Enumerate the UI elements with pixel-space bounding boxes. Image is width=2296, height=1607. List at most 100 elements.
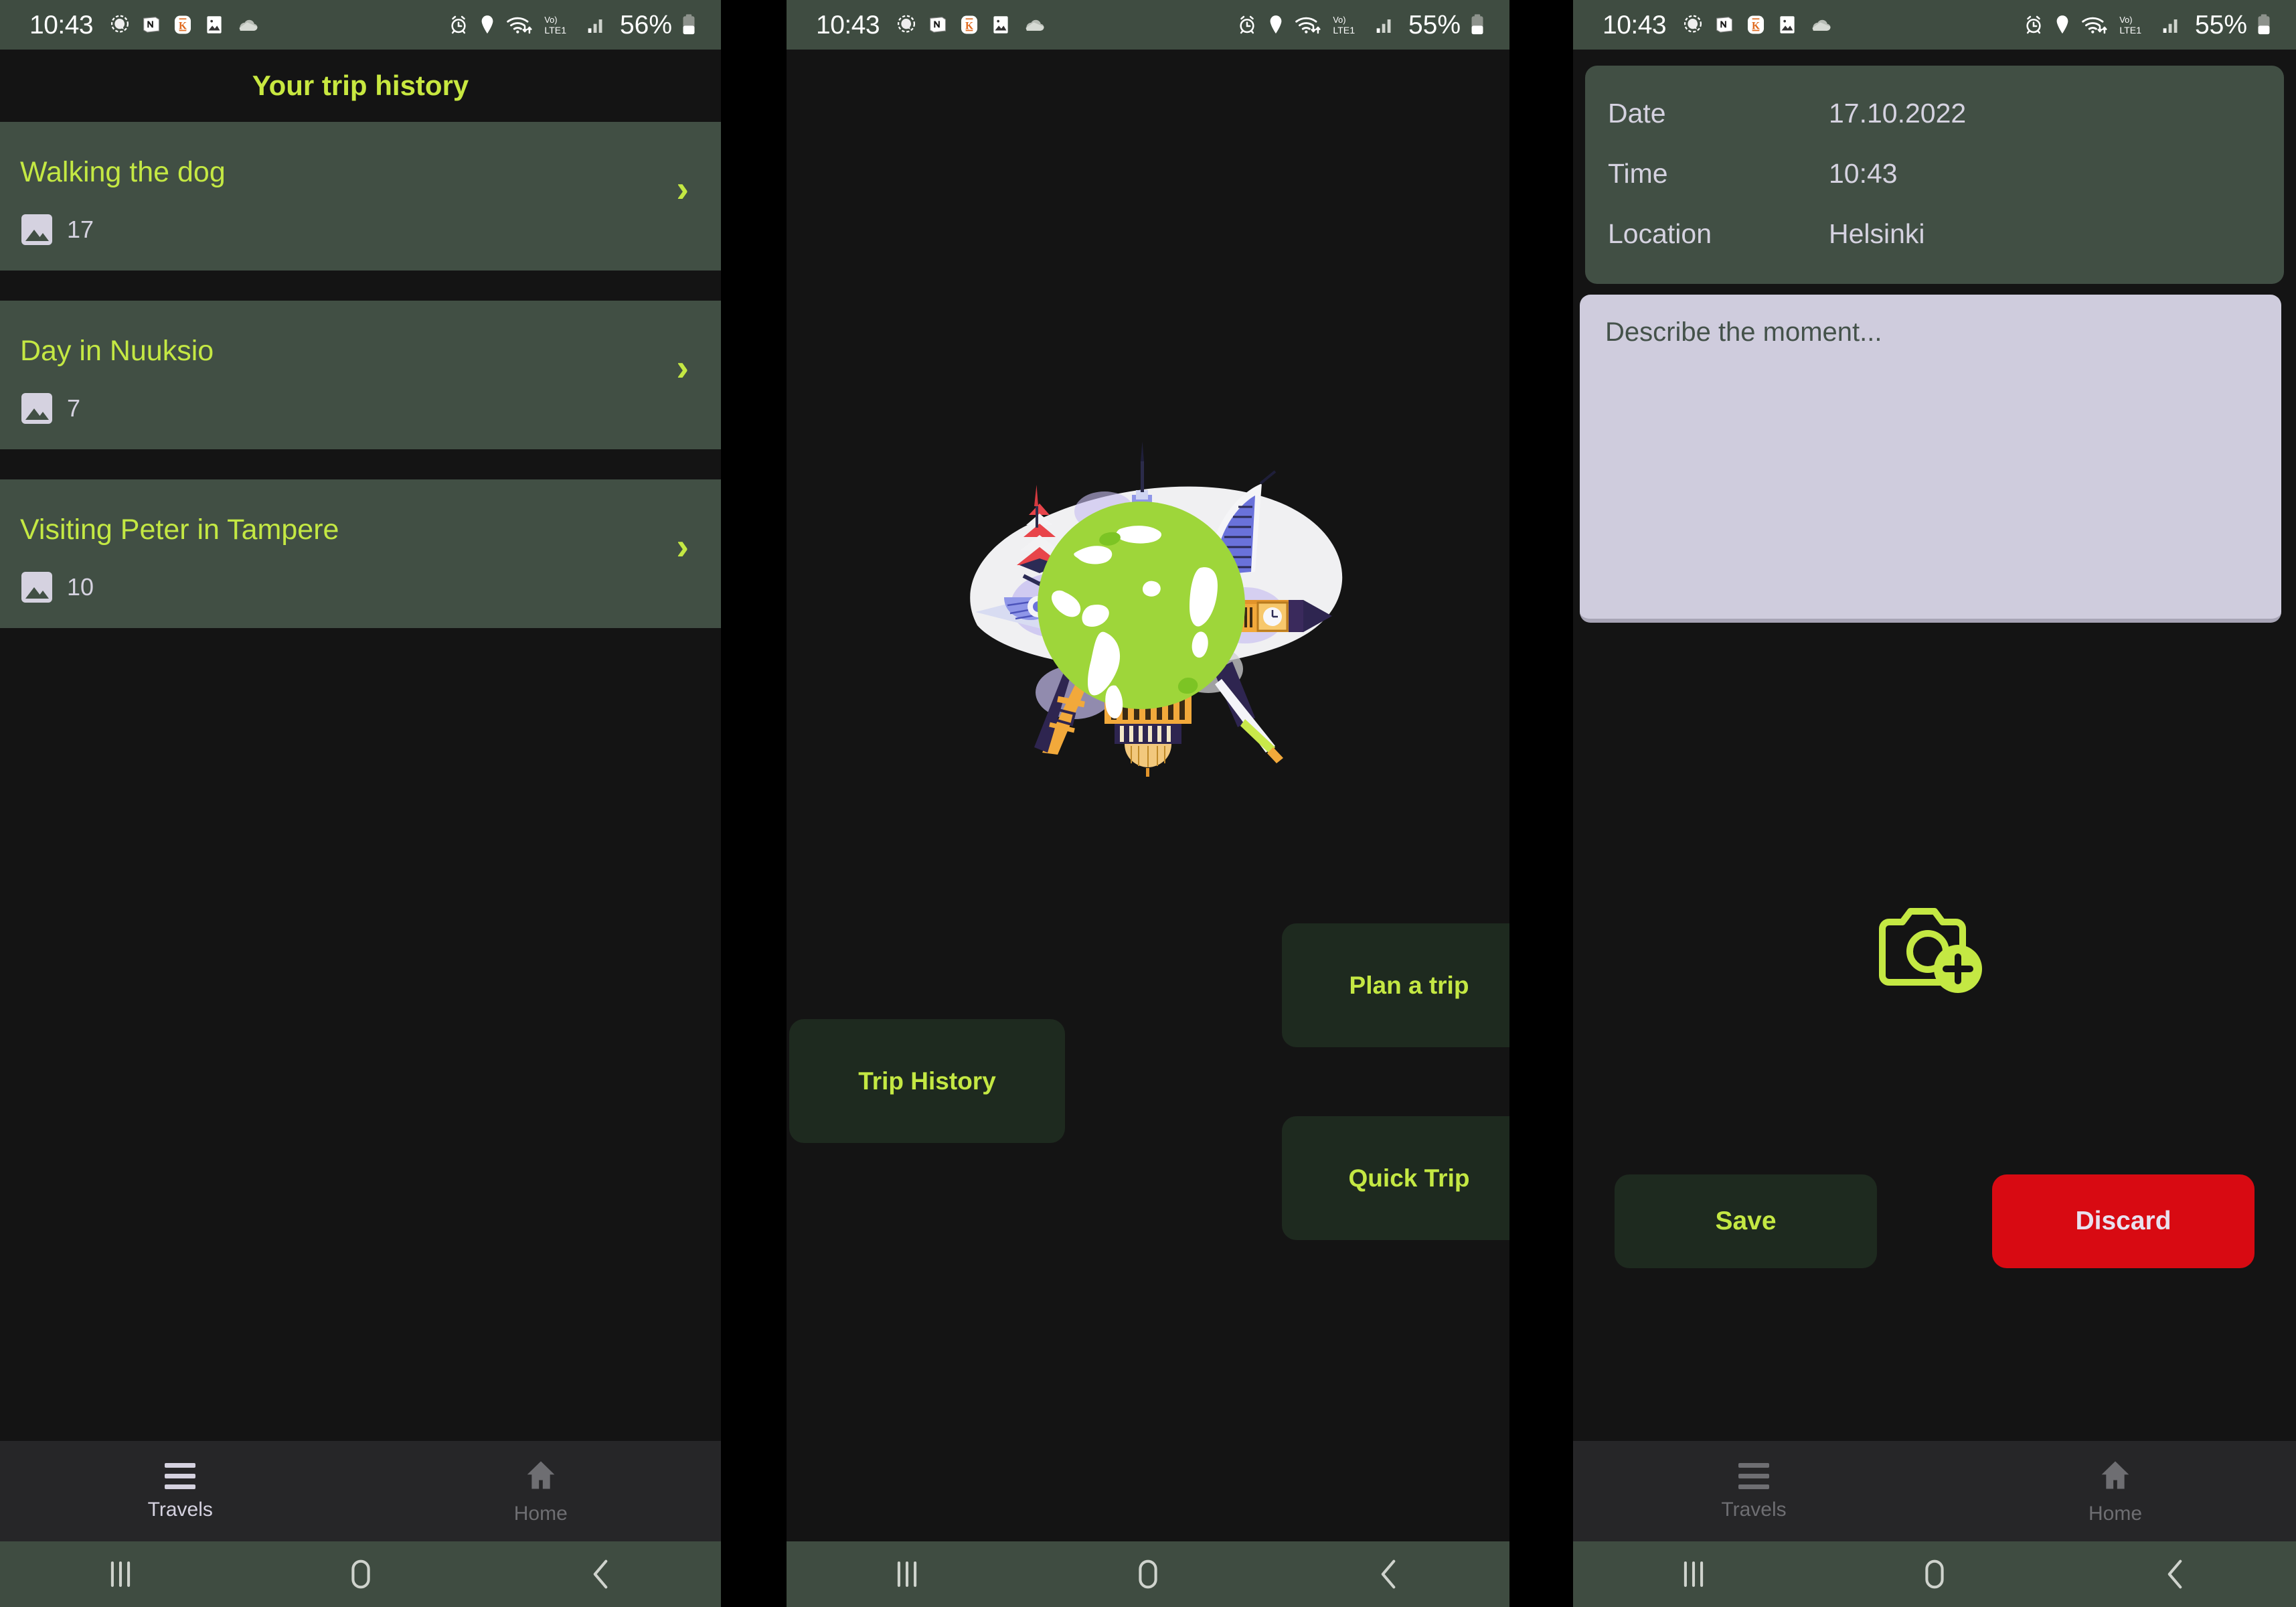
home-button[interactable]: [1881, 1541, 1988, 1607]
kindle-icon: K: [175, 15, 191, 34]
nav-tab-home[interactable]: Home: [1935, 1441, 2296, 1541]
battery-percent-label: 55%: [2194, 10, 2247, 40]
status-bar-right: Vo) LTE1 55%: [2023, 12, 2272, 38]
svg-text:Vo): Vo): [2119, 15, 2132, 25]
photo-count: 10: [67, 573, 94, 601]
kindle-icon: K: [1748, 15, 1765, 34]
save-button[interactable]: Save: [1615, 1174, 1877, 1268]
describe-moment-placeholder: Describe the moment...: [1605, 317, 1882, 347]
phone-screen-trip-history: 10:43 K Vo) LTE1 56% Your trip history W…: [0, 0, 721, 1607]
android-system-nav: [787, 1541, 1509, 1607]
back-button[interactable]: [1335, 1541, 1443, 1607]
status-bar-left: 10:43 K: [816, 12, 1046, 38]
trip-history-button[interactable]: Trip History: [789, 1019, 1065, 1143]
location-pin-icon: [481, 15, 493, 34]
notion-icon: [930, 17, 947, 33]
status-bar-right: Vo) LTE1 56%: [448, 12, 697, 38]
photo-count: 17: [67, 216, 94, 243]
trip-list-item-1[interactable]: Day in Nuuksio 7 ›: [0, 301, 721, 449]
home-circle-icon: [1139, 1559, 1157, 1589]
battery-icon: [2258, 14, 2270, 35]
nav-tab-home[interactable]: Home: [361, 1441, 722, 1541]
three-phone-screenshots: 10:43 K Vo) LTE1 56% Your trip history W…: [0, 0, 2296, 1607]
info-label: Location: [1608, 218, 1712, 249]
recents-button[interactable]: [853, 1541, 961, 1607]
notion-icon: [143, 17, 160, 33]
gallery-icon: [207, 16, 222, 33]
battery-percent-label: 56%: [619, 10, 672, 40]
home-button[interactable]: [1094, 1541, 1202, 1607]
status-bar: 10:43 K Vo) LTE1 55%: [787, 0, 1509, 50]
status-bar: 10:43 K Vo) LTE1 55%: [1573, 0, 2296, 50]
home-button[interactable]: [307, 1541, 414, 1607]
back-button[interactable]: [2122, 1541, 2229, 1607]
signal-messenger-icon: [111, 15, 129, 33]
signal-messenger-icon: [898, 15, 916, 33]
nav-tab-label: Home: [513, 1503, 568, 1525]
gallery-icon: [993, 16, 1008, 33]
recents-button[interactable]: [67, 1541, 174, 1607]
battery-icon: [1471, 14, 1483, 35]
bottom-navigation: Travels Home: [0, 1441, 721, 1541]
info-label: Time: [1608, 157, 1668, 189]
chevron-right-icon[interactable]: ›: [676, 349, 689, 386]
home-content: Plan a trip Trip History Quick Trip: [787, 50, 1509, 1541]
back-chevron-icon: [2167, 1559, 2182, 1589]
battery-percent-label: 55%: [1408, 10, 1461, 40]
trip-name: Visiting Peter in Tampere: [20, 514, 339, 546]
menu-icon: [1738, 1462, 1769, 1489]
add-photo-camera-button[interactable]: [1868, 897, 2001, 997]
photo-icon: [21, 214, 52, 245]
nav-tab-label: Home: [2088, 1503, 2143, 1525]
trip-list: Walking the dog 17 › Day in Nuuksio 7 › …: [0, 122, 721, 658]
cellular-signal-icon: [1376, 19, 1391, 33]
recents-icon: [110, 1561, 130, 1587]
moment-actions: Save Discard: [1573, 1174, 2296, 1268]
obelisk-landmark: [1214, 662, 1283, 763]
quick-trip-button[interactable]: Quick Trip: [1282, 1116, 1509, 1240]
chevron-right-icon[interactable]: ›: [676, 528, 689, 565]
gallery-icon: [1780, 16, 1795, 33]
alarm-icon: [1240, 15, 1254, 34]
trip-name: Walking the dog: [20, 156, 226, 188]
status-bar: 10:43 K Vo) LTE1 56%: [0, 0, 721, 50]
kindle-icon: K: [961, 15, 978, 34]
moment-info-card: Date 17.10.2022 Time 10:43 Location Hels…: [1585, 66, 2284, 284]
nav-tab-travels[interactable]: Travels: [0, 1441, 361, 1541]
plan-a-trip-button[interactable]: Plan a trip: [1282, 923, 1509, 1047]
back-button[interactable]: [548, 1541, 655, 1607]
recents-button[interactable]: [1640, 1541, 1747, 1607]
back-chevron-icon: [1381, 1559, 1396, 1589]
alarm-icon: [2026, 15, 2041, 34]
android-system-nav: [0, 1541, 721, 1607]
onedrive-icon: [1812, 19, 1831, 31]
wifi-icon: [507, 17, 532, 34]
trip-list-item-0[interactable]: Walking the dog 17 ›: [0, 122, 721, 271]
svg-text:LTE1: LTE1: [544, 25, 566, 36]
menu-icon: [165, 1462, 196, 1489]
info-value: 10:43: [1829, 157, 1898, 189]
alarm-icon: [451, 15, 466, 34]
info-value: 17.10.2022: [1829, 97, 1967, 129]
svg-text:Vo): Vo): [1333, 15, 1345, 25]
status-clock: 10:43: [816, 10, 880, 40]
info-row-date: Date 17.10.2022: [1608, 83, 2261, 143]
chevron-right-icon[interactable]: ›: [676, 170, 689, 208]
location-pin-icon: [1270, 15, 1282, 34]
describe-moment-input[interactable]: Describe the moment...: [1580, 295, 2281, 623]
trip-list-item-2[interactable]: Visiting Peter in Tampere 10 ›: [0, 479, 721, 628]
status-bar-right: Vo) LTE1 55%: [1236, 12, 1485, 38]
info-value: Helsinki: [1829, 218, 1925, 249]
home-icon: [2101, 1461, 2129, 1489]
svg-text:Vo): Vo): [544, 15, 557, 25]
photo-count: 7: [67, 394, 81, 422]
svg-text:LTE1: LTE1: [1333, 25, 1355, 36]
trip-name: Day in Nuuksio: [20, 335, 214, 367]
discard-button[interactable]: Discard: [1992, 1174, 2254, 1268]
volte-icon: Vo)LTE1: [2119, 15, 2141, 36]
nav-tab-travels[interactable]: Travels: [1573, 1441, 1935, 1541]
phone-screen-home: 10:43 K Vo) LTE1 55% Plan a trip Trip Hi…: [787, 0, 1509, 1607]
home-circle-icon: [351, 1559, 370, 1589]
svg-text:LTE1: LTE1: [2119, 25, 2141, 36]
trip-photo-meta: 10: [21, 572, 94, 603]
